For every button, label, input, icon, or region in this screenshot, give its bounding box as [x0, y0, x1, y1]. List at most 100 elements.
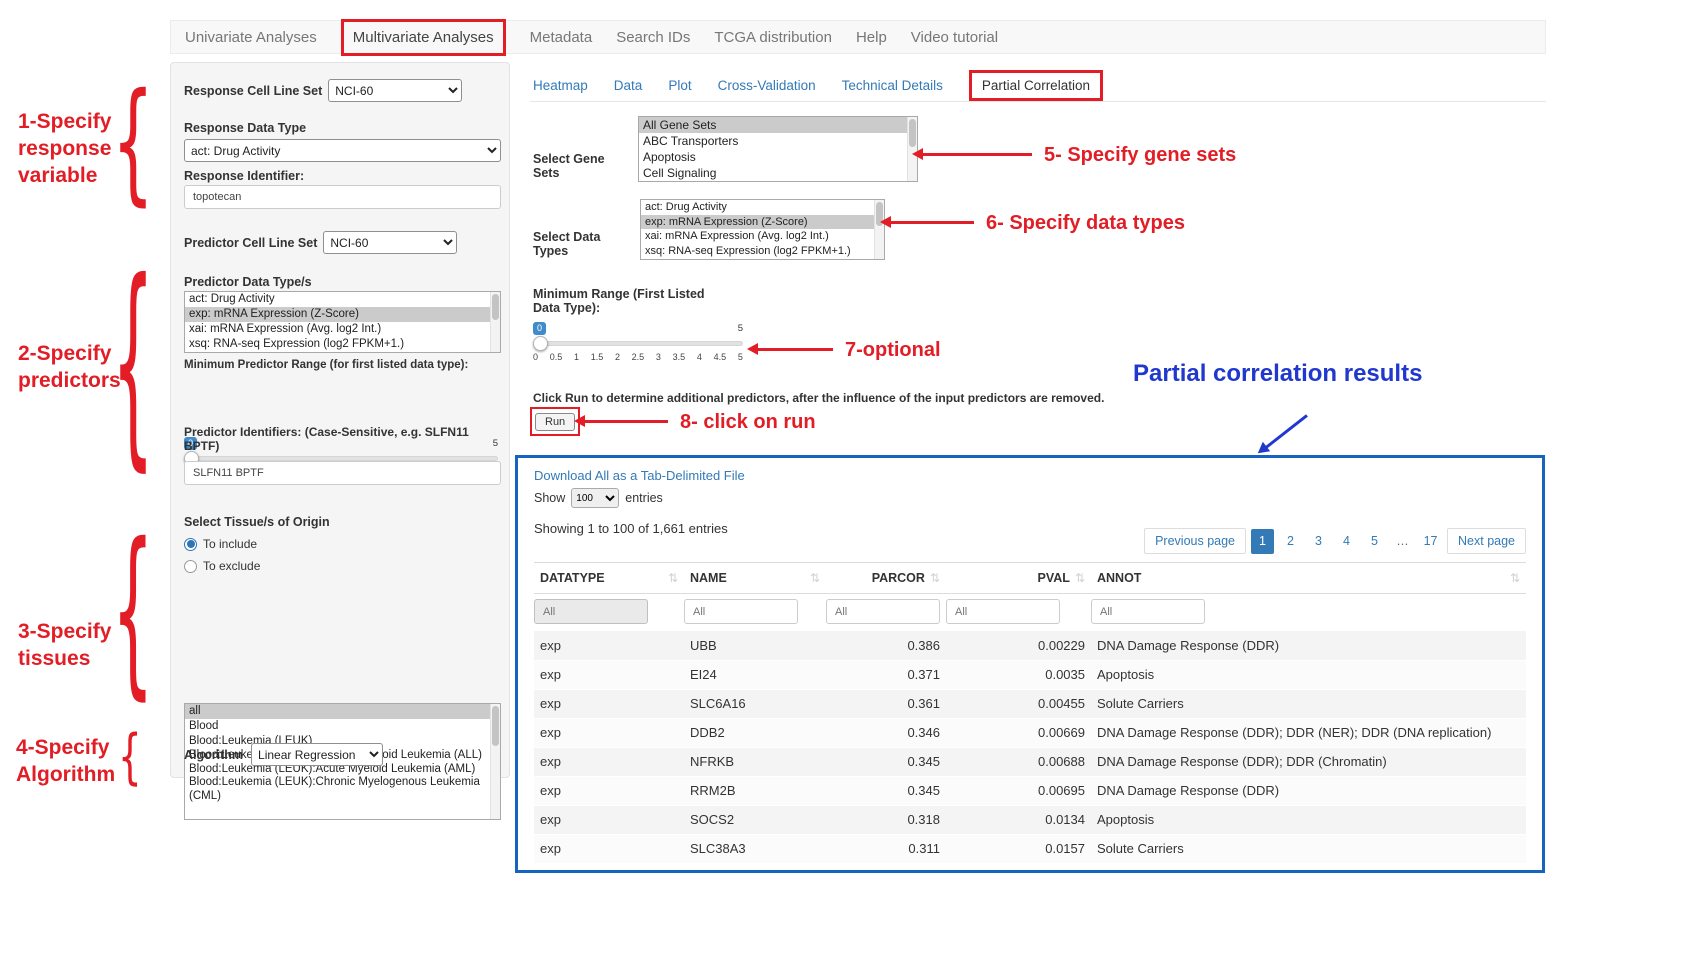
cell: DNA Damage Response (DDR) — [1091, 776, 1526, 805]
tab-plot[interactable]: Plot — [668, 78, 691, 93]
list-option[interactable]: Blood:Leukemia (LEUK):Chronic Myelogenou… — [185, 776, 500, 803]
filter-pval-input[interactable] — [946, 599, 1060, 624]
gene-sets-list[interactable]: All Gene Sets ABC Transporters Apoptosis… — [638, 116, 918, 182]
min-range-group: Minimum Range (First Listed Data Type): … — [533, 287, 748, 368]
filter-parcor-input[interactable] — [826, 599, 940, 624]
list-option[interactable]: Apoptosis — [639, 149, 917, 165]
slider-handle[interactable] — [533, 336, 548, 351]
column-header-parcor[interactable]: PARCOR⇅ — [826, 563, 946, 594]
response-data-type-select[interactable]: act: Drug Activity — [184, 139, 501, 162]
page-button-5[interactable]: 5 — [1363, 529, 1386, 554]
nav-multivariate-analyses[interactable]: Multivariate Analyses — [341, 19, 506, 56]
results-table: DATATYPE⇅ NAME⇅ PARCOR⇅ PVAL⇅ ANNOT⇅ exp… — [534, 562, 1526, 864]
predictor-cell-line-set-select[interactable]: NCI-60 — [323, 231, 457, 254]
partial-correlation-results-panel: Download All as a Tab-Delimited File Sho… — [515, 455, 1545, 873]
list-option[interactable]: Cell Signaling — [639, 165, 917, 181]
list-option[interactable]: xsq: RNA-seq Expression (log2 FPKM+1.) — [641, 244, 884, 259]
scrollbar-thumb[interactable] — [909, 119, 916, 147]
page-button-4[interactable]: 4 — [1335, 529, 1358, 554]
predictor-data-types-list[interactable]: act: Drug Activity exp: mRNA Expression … — [184, 291, 501, 353]
page-button-1[interactable]: 1 — [1251, 529, 1274, 554]
cell: exp — [534, 834, 684, 863]
list-option-selected[interactable]: exp: mRNA Expression (Z-Score) — [185, 307, 500, 322]
tab-partial-correlation[interactable]: Partial Correlation — [969, 70, 1103, 101]
data-types-list[interactable]: act: Drug Activity exp: mRNA Expression … — [640, 199, 885, 260]
brace-annotation: { — [112, 233, 154, 492]
brace-annotation: { — [112, 503, 154, 717]
response-cell-line-set-select[interactable]: NCI-60 — [328, 79, 462, 102]
table-row[interactable]: expNFRKB0.3450.00688DNA Damage Response … — [534, 747, 1526, 776]
tab-technical-details[interactable]: Technical Details — [842, 78, 943, 93]
tissue-exclude-radio[interactable]: To exclude — [184, 559, 260, 573]
slider-tick-labels: 00.511.522.533.544.55 — [533, 352, 743, 362]
algorithm-select[interactable]: Linear Regression — [251, 743, 383, 766]
page-button-3[interactable]: 3 — [1307, 529, 1330, 554]
show-entries-control: Show 100 entries — [534, 488, 1526, 508]
data-types-label: Select Data Types — [533, 230, 634, 260]
predictor-identifiers-input[interactable] — [184, 461, 501, 485]
table-row[interactable]: expDDB20.3460.00669DNA Damage Response (… — [534, 718, 1526, 747]
table-row[interactable]: expUBB0.3860.00229DNA Damage Response (D… — [534, 631, 1526, 660]
next-page-button[interactable]: Next page — [1447, 528, 1526, 554]
cell: Solute Carriers — [1091, 834, 1526, 863]
cell: Solute Carriers — [1091, 689, 1526, 718]
scrollbar[interactable] — [874, 200, 884, 259]
table-row[interactable]: expSLC38A30.3110.0157Solute Carriers — [534, 834, 1526, 863]
filter-name-input[interactable] — [684, 599, 798, 624]
cell: 0.00695 — [946, 776, 1091, 805]
callout-arrow-diagonal-icon — [1265, 414, 1308, 448]
response-identifier-input[interactable] — [184, 185, 501, 209]
list-option-selected[interactable]: all — [185, 704, 500, 719]
column-header-name[interactable]: NAME⇅ — [684, 563, 826, 594]
slider-value-badge: 0 — [533, 322, 546, 335]
page-button-17[interactable]: 17 — [1419, 529, 1442, 554]
table-row[interactable]: expRRM2B0.3450.00695DNA Damage Response … — [534, 776, 1526, 805]
tab-data[interactable]: Data — [614, 78, 643, 93]
column-header-pval[interactable]: PVAL⇅ — [946, 563, 1091, 594]
download-link[interactable]: Download All as a Tab-Delimited File — [534, 468, 745, 483]
nav-univariate-analyses[interactable]: Univariate Analyses — [185, 29, 317, 46]
scrollbar[interactable] — [490, 292, 500, 352]
predictor-data-types-label: Predictor Data Type/s — [184, 275, 312, 289]
table-row[interactable]: expSOCS20.3180.0134Apoptosis — [534, 805, 1526, 834]
filter-annot-input[interactable] — [1091, 599, 1205, 624]
page-button-2[interactable]: 2 — [1279, 529, 1302, 554]
list-option[interactable]: act: Drug Activity — [641, 200, 884, 215]
page-length-select[interactable]: 100 — [571, 488, 619, 508]
column-header-annot[interactable]: ANNOT⇅ — [1091, 563, 1526, 594]
cell: EI24 — [684, 660, 826, 689]
scrollbar[interactable] — [490, 704, 500, 819]
run-button[interactable]: Run — [535, 413, 575, 431]
list-option[interactable]: Blood — [185, 719, 500, 734]
sort-icon: ⇅ — [810, 571, 820, 585]
tab-cross-validation[interactable]: Cross-Validation — [718, 78, 816, 93]
table-row[interactable]: expSLC6A160.3610.00455Solute Carriers — [534, 689, 1526, 718]
list-option[interactable]: ABC Transporters — [639, 133, 917, 149]
scrollbar-thumb[interactable] — [492, 706, 499, 746]
slider-track[interactable] — [533, 341, 743, 346]
tab-heatmap[interactable]: Heatmap — [533, 78, 588, 93]
cell: exp — [534, 718, 684, 747]
list-option[interactable]: act: Drug Activity — [185, 292, 500, 307]
column-header-datatype[interactable]: DATATYPE⇅ — [534, 563, 684, 594]
list-option[interactable]: xsq: RNA-seq Expression (log2 FPKM+1.) — [185, 337, 500, 352]
list-option[interactable]: xai: mRNA Expression (Avg. log2 Int.) — [641, 229, 884, 244]
tissue-include-radio[interactable]: To include — [184, 537, 257, 551]
scrollbar-thumb[interactable] — [492, 294, 499, 320]
nav-help[interactable]: Help — [856, 29, 887, 46]
list-option[interactable]: xai: mRNA Expression (Avg. log2 Int.) — [185, 322, 500, 337]
nav-search-ids[interactable]: Search IDs — [616, 29, 690, 46]
sort-icon: ⇅ — [668, 571, 678, 585]
list-option-selected[interactable]: All Gene Sets — [639, 117, 917, 133]
filter-datatype-input[interactable] — [534, 599, 648, 624]
nav-tcga-distribution[interactable]: TCGA distribution — [714, 29, 832, 46]
brace-annotation: { — [118, 722, 142, 793]
cell: exp — [534, 805, 684, 834]
nav-video-tutorial[interactable]: Video tutorial — [911, 29, 998, 46]
previous-page-button[interactable]: Previous page — [1144, 528, 1246, 554]
nav-metadata[interactable]: Metadata — [530, 29, 593, 46]
table-row[interactable]: expEI240.3710.0035Apoptosis — [534, 660, 1526, 689]
cell: 0.00669 — [946, 718, 1091, 747]
min-range-slider[interactable]: 0 5 00.511.522.533.544.55 — [533, 322, 743, 368]
list-option-selected[interactable]: exp: mRNA Expression (Z-Score) — [641, 215, 884, 230]
